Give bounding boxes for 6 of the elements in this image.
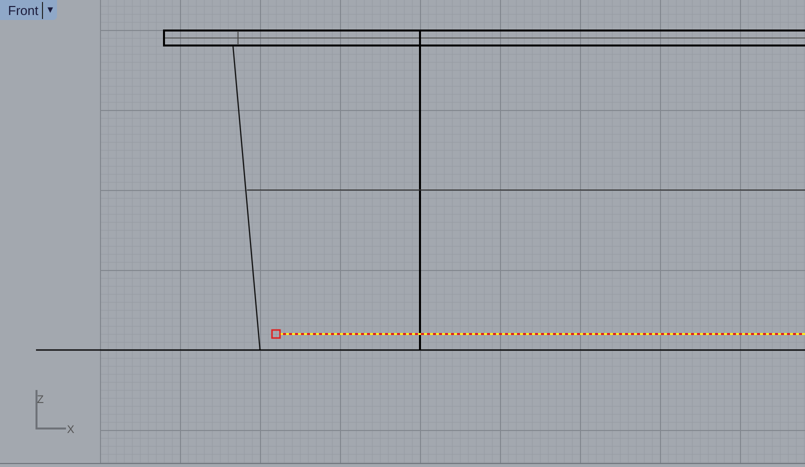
axis-icon [36,390,66,430]
axis-label: X [67,424,74,436]
viewport-tab[interactable]: Front ▾ [0,0,58,20]
axis-label: Z [37,394,44,406]
selected-line[interactable] [271,329,805,339]
dropdown-icon[interactable]: ▾ [47,4,54,16]
